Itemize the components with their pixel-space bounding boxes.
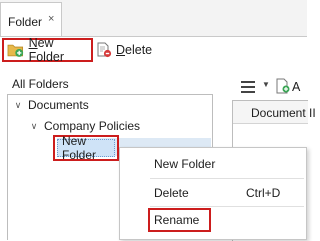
delete-label: Delete [116, 43, 153, 57]
folders-panel-title: All Folders [12, 77, 69, 91]
grid-toolbar-label: A [292, 80, 301, 94]
tree-item-documents[interactable]: ∨ Documents [12, 96, 89, 114]
tab-folder-label: Folder [8, 15, 43, 29]
tree-item-new-folder[interactable]: New Folder [53, 134, 119, 162]
grid-header-document-id[interactable]: Document II [251, 106, 316, 120]
new-folder-label: New Folder [28, 36, 65, 64]
new-folder-button[interactable]: New Folder [2, 36, 93, 64]
tree-item-label: Company Policies [44, 119, 141, 133]
menu-item-label: New Folder [154, 157, 216, 171]
tree-item-company-policies[interactable]: ∨ Company Policies [28, 117, 140, 135]
folder-add-icon [7, 44, 24, 57]
menu-item-rename[interactable]: Rename [148, 208, 211, 232]
context-menu: New Folder Delete Ctrl+D Rename [119, 147, 307, 240]
menu-item-delete[interactable]: Delete Ctrl+D [120, 181, 306, 205]
menu-separator [150, 178, 304, 179]
delete-document-icon [97, 42, 112, 58]
grid-header: Document II [233, 101, 316, 124]
main-toolbar: New Folder Delete [0, 36, 307, 64]
menu-item-new-folder[interactable]: New Folder [120, 152, 306, 176]
tree-item-label: New Folder [62, 134, 97, 162]
menu-item-shortcut: Ctrl+D [246, 186, 281, 200]
grid-toolbar: ▼ A [232, 72, 307, 100]
menu-icon[interactable] [240, 80, 256, 94]
menu-item-label: Rename [154, 213, 200, 227]
chevron-down-icon[interactable]: ▼ [262, 80, 270, 89]
chevron-down-icon[interactable]: ∨ [12, 100, 24, 111]
chevron-down-icon[interactable]: ∨ [28, 121, 40, 132]
tab-folder[interactable]: Folder × [0, 2, 62, 36]
close-icon[interactable]: × [48, 13, 54, 25]
menu-item-label: Delete [154, 186, 189, 200]
delete-button[interactable]: Delete [95, 38, 155, 62]
add-document-icon[interactable] [276, 78, 290, 94]
selected-node-box: New Folder [57, 134, 115, 162]
tree-item-label: Documents [28, 98, 89, 112]
menu-separator [150, 206, 304, 207]
